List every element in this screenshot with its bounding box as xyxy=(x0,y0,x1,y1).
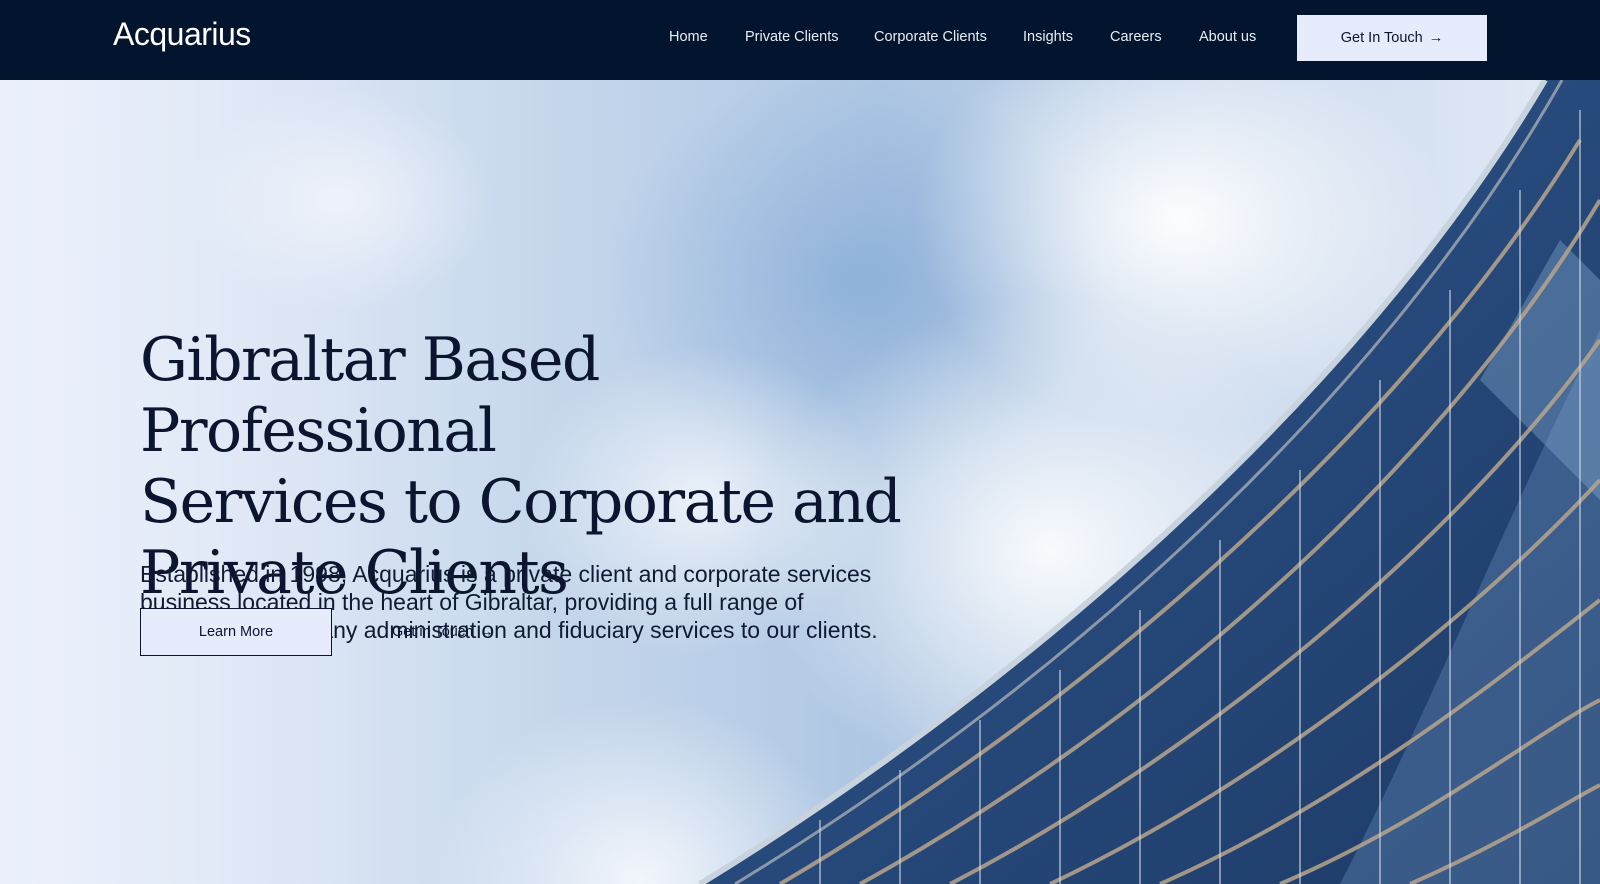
hero-title-line: Services to Corporate and xyxy=(140,467,902,537)
get-in-touch-button[interactable]: Get In Touch → xyxy=(1297,15,1487,61)
hero-title-line: Gibraltar Based Professional xyxy=(140,325,600,466)
top-navbar: Acquarius Home Private Clients Corporate… xyxy=(0,0,1600,80)
hero-get-in-touch-label: Get in Touch xyxy=(392,624,474,640)
hero-description-line: Established in 1998, Acquarius is a priv… xyxy=(140,561,872,587)
arrow-right-icon: → xyxy=(1428,30,1444,46)
learn-more-button[interactable]: Learn More xyxy=(140,608,332,656)
hero-section: Gibraltar Based Professional Services to… xyxy=(0,80,1600,884)
page: Gibraltar Based Professional Services to… xyxy=(0,0,1600,884)
get-in-touch-label: Get In Touch xyxy=(1340,30,1423,46)
arrow-right-icon: → xyxy=(479,624,494,640)
nav-home[interactable]: Home xyxy=(669,29,708,45)
nav-careers[interactable]: Careers xyxy=(1110,29,1162,45)
nav-private-clients[interactable]: Private Clients xyxy=(745,29,838,45)
nav-insights[interactable]: Insights xyxy=(1023,29,1073,45)
nav-about-us[interactable]: About us xyxy=(1199,29,1256,45)
nav-corporate-clients[interactable]: Corporate Clients xyxy=(874,29,987,45)
hero-get-in-touch-link[interactable]: Get in Touch → xyxy=(392,624,494,640)
